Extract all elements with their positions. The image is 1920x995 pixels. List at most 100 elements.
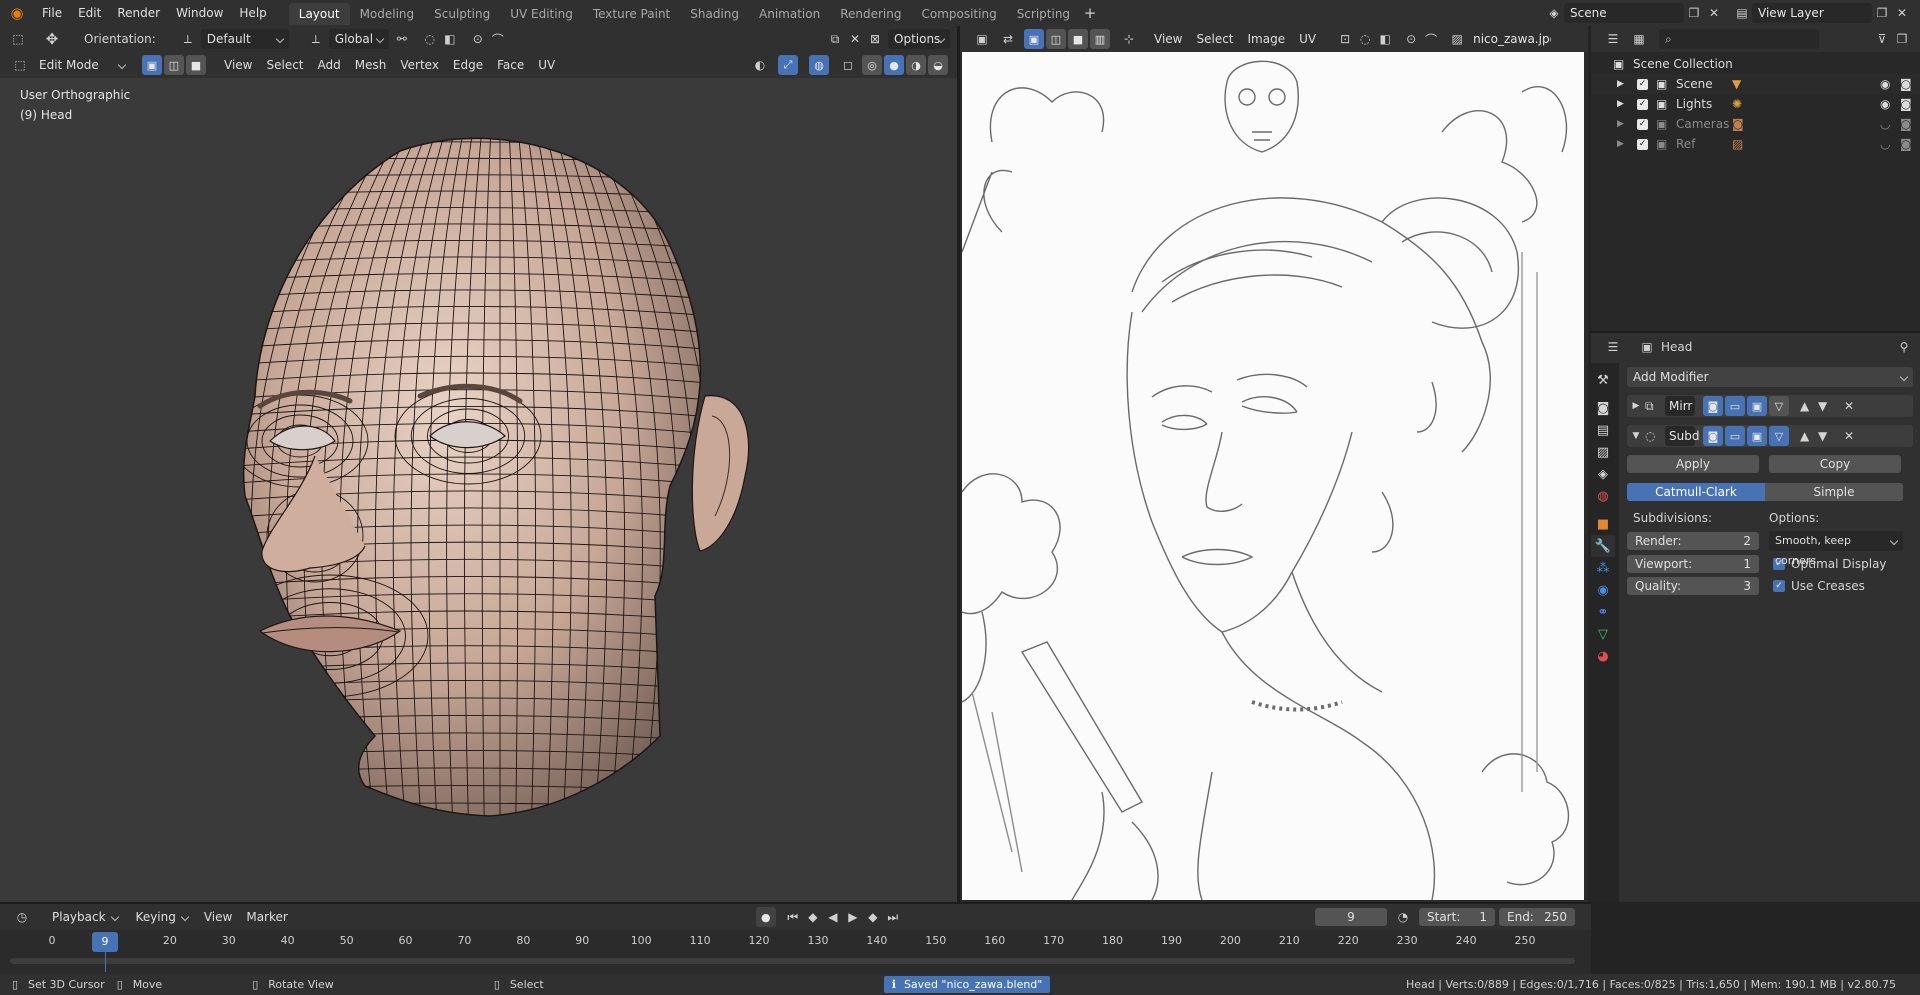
exclude-checkbox[interactable]: ✓ xyxy=(1637,78,1648,90)
image-browse-icon[interactable]: ▨ xyxy=(1447,29,1467,49)
material-tab-icon[interactable]: ◕ xyxy=(1591,645,1615,667)
falloff-icon[interactable]: ⌒ xyxy=(488,29,508,49)
new-collection-icon[interactable]: ❐ xyxy=(1892,29,1912,49)
outliner-search-input[interactable]: ⌕ xyxy=(1659,29,1819,49)
tab-rendering[interactable]: Rendering xyxy=(830,3,911,25)
uv-snap-icon[interactable]: ◌ xyxy=(1355,29,1375,49)
menu-window[interactable]: Window xyxy=(168,0,231,26)
menu-select[interactable]: Select xyxy=(259,54,310,76)
modifier-tab-icon[interactable]: 🔧 xyxy=(1591,535,1615,557)
image-menu-uv[interactable]: UV xyxy=(1292,28,1323,50)
orientation-dropdown[interactable]: Default xyxy=(200,29,289,49)
remove-modifier-icon[interactable]: ✕ xyxy=(1844,429,1854,443)
play-reverse-icon[interactable]: ◀ xyxy=(823,907,843,927)
new-view-layer-icon[interactable]: ❐ xyxy=(1872,3,1892,23)
visibility-icon[interactable]: ◐ xyxy=(750,55,770,75)
tab-scripting[interactable]: Scripting xyxy=(1007,3,1080,25)
expand-icon[interactable]: ▶ xyxy=(1617,119,1631,129)
uv-island-icon[interactable]: ▥ xyxy=(1090,29,1110,49)
save-report[interactable]: ℹ Saved "nico_zawa.blend" xyxy=(883,976,1051,993)
hide-eye-icon[interactable]: ◉ xyxy=(1880,97,1900,111)
xray-icon[interactable]: ◻ xyxy=(838,55,858,75)
outliner-item-ref[interactable]: ▶ ✓ ▣ Ref ▨ ◡ ◙ xyxy=(1591,134,1920,154)
pin-icon[interactable]: ⚲ xyxy=(1894,337,1914,357)
tool-tab-icon[interactable]: ⚒ xyxy=(1591,369,1615,391)
viewport-display-icon[interactable]: ▭ xyxy=(1725,426,1745,446)
jump-end-icon[interactable]: ⏭ xyxy=(883,907,903,927)
exclude-checkbox[interactable]: ✓ xyxy=(1637,118,1648,130)
timeline-scrollbar[interactable] xyxy=(10,958,1575,964)
outliner-item-scene[interactable]: ▶ ✓ ▣ Scene ▼ ◉ ◙ xyxy=(1591,74,1920,94)
remove-modifier-icon[interactable]: ✕ xyxy=(1844,399,1854,413)
uv-falloff-icon[interactable]: ⌒ xyxy=(1421,29,1441,49)
output-tab-icon[interactable]: ▤ xyxy=(1591,419,1615,441)
edit-mode-display-icon[interactable]: ◙ xyxy=(1703,396,1723,416)
record-icon[interactable]: ● xyxy=(755,907,776,927)
move-down-icon[interactable]: ▼ xyxy=(1818,429,1836,443)
snap-icon[interactable]: ◌ xyxy=(420,29,440,49)
scene-selector[interactable]: Scene xyxy=(1564,3,1684,23)
data-tab-icon[interactable]: ▽ xyxy=(1591,623,1615,645)
image-menu-view[interactable]: View xyxy=(1147,28,1189,50)
head-mesh[interactable] xyxy=(200,96,770,856)
modifier-name-field[interactable]: Subd xyxy=(1665,426,1699,446)
editor-type-icon[interactable]: ⬚ xyxy=(8,29,28,49)
render-camera-icon[interactable]: ◙ xyxy=(1900,77,1920,91)
menu-face[interactable]: Face xyxy=(490,54,531,76)
scene-tab-icon[interactable]: ◈ xyxy=(1591,463,1615,485)
view-layer-tab-icon[interactable]: ▨ xyxy=(1591,441,1615,463)
viewport-display-icon[interactable]: ▭ xyxy=(1725,396,1745,416)
pivot-icon[interactable]: ⚯ xyxy=(392,29,412,49)
exclude-checkbox[interactable]: ✓ xyxy=(1637,98,1648,110)
object-tab-icon[interactable]: ■ xyxy=(1591,513,1615,535)
outliner-item-cameras[interactable]: ▶ ✓ ▣ Cameras ◙ ◡ ◙ xyxy=(1591,114,1920,134)
outliner-root[interactable]: ▣ Scene Collection xyxy=(1591,54,1920,74)
add-workspace-icon[interactable]: + xyxy=(1080,3,1100,23)
expand-icon[interactable]: ▶ xyxy=(1617,99,1631,109)
world-tab-icon[interactable]: ◍ xyxy=(1591,485,1615,507)
copy-button[interactable]: Copy xyxy=(1769,455,1901,473)
render-tab-icon[interactable]: ◙ xyxy=(1591,397,1615,419)
edit-mode-display-icon[interactable]: ◙ xyxy=(1703,426,1723,446)
expand-icon[interactable]: ▶ xyxy=(1617,139,1631,149)
uv-smooth-dropdown[interactable]: Smooth, keep corners xyxy=(1769,531,1903,567)
use-creases-checkbox[interactable]: ✓ xyxy=(1773,580,1785,592)
image-name-field[interactable]: nico_zawa.jpg xyxy=(1467,29,1552,49)
move-up-icon[interactable]: ▲ xyxy=(1800,429,1818,443)
viewport-levels-field[interactable]: Viewport: 1 xyxy=(1627,555,1759,573)
image-editor[interactable]: ▣ ⇄ ▣ ◫ ■ ▥ ⊹ View Select Image UV ⊡ ◌ ◧… xyxy=(960,26,1588,902)
display-mode-icon[interactable]: ▦ xyxy=(1629,29,1649,49)
menu-file[interactable]: File xyxy=(34,0,70,26)
transform-tool-icon[interactable]: ✥ xyxy=(42,29,62,49)
live-unwrap-icon[interactable]: ⊠ xyxy=(865,29,885,49)
uv-proportional-icon[interactable]: ⊙ xyxy=(1401,29,1421,49)
render-camera-icon[interactable]: ◙ xyxy=(1900,97,1920,111)
play-icon[interactable]: ▶ xyxy=(843,907,863,927)
apply-button[interactable]: Apply xyxy=(1627,455,1759,473)
filter-icon[interactable]: ⊽ xyxy=(1872,29,1892,49)
menu-edit[interactable]: Edit xyxy=(70,0,109,26)
overlays-icon[interactable]: ◍ xyxy=(809,55,829,75)
on-cage-icon[interactable]: ▽ xyxy=(1769,426,1789,446)
image-menu-image[interactable]: Image xyxy=(1241,28,1293,50)
tab-modeling[interactable]: Modeling xyxy=(350,3,425,25)
render-camera-icon[interactable]: ◙ xyxy=(1900,117,1920,131)
timeline-type-icon[interactable]: ◷ xyxy=(12,907,32,927)
mode-dropdown[interactable]: Edit Mode xyxy=(33,55,131,75)
jump-key-back-icon[interactable]: ◆ xyxy=(803,907,823,927)
menu-vertex[interactable]: Vertex xyxy=(393,54,446,76)
outliner-type-icon[interactable]: ☰ xyxy=(1603,29,1623,49)
face-select-icon[interactable]: ■ xyxy=(186,55,206,75)
playback-dropdown[interactable]: Playback xyxy=(46,907,124,927)
cage-display-icon[interactable]: ▣ xyxy=(1747,396,1767,416)
shading-solid-icon[interactable]: ● xyxy=(884,55,904,75)
start-frame-field[interactable]: Start: 1 xyxy=(1419,908,1495,926)
uv-face-icon[interactable]: ■ xyxy=(1068,29,1088,49)
view-layer-selector[interactable]: View Layer xyxy=(1752,3,1872,23)
catmull-clark-button[interactable]: Catmull-Clark xyxy=(1627,483,1765,501)
snap-target-icon[interactable]: ◧ xyxy=(440,29,460,49)
exclude-checkbox[interactable]: ✓ xyxy=(1637,138,1648,150)
blender-logo-icon[interactable]: ◉ xyxy=(0,3,34,23)
new-scene-icon[interactable]: ❐ xyxy=(1684,3,1704,23)
tab-texture-paint[interactable]: Texture Paint xyxy=(583,3,680,25)
